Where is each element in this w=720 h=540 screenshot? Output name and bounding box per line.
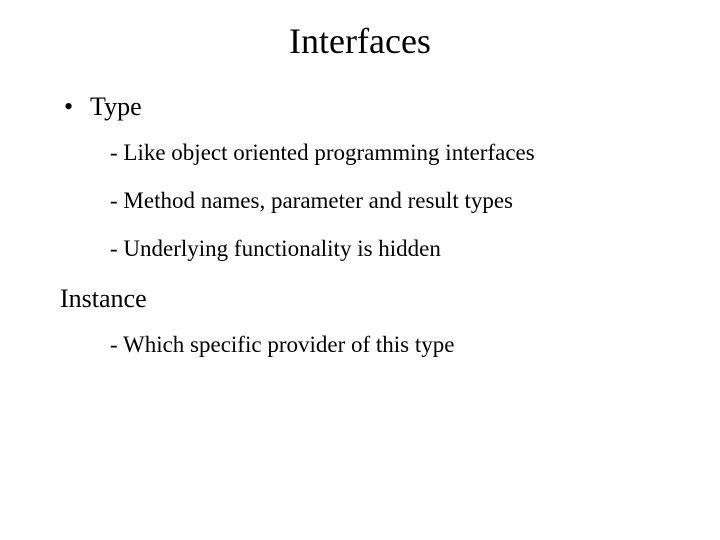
bullet-instance-label: Instance [60,284,680,314]
type-sub-list: - Like object oriented programming inter… [60,140,680,262]
bullet-type-label: Type [90,92,142,122]
slide-content: • Type - Like object oriented programmin… [0,92,720,358]
instance-sub-list: - Which specific provider of this type [60,332,680,358]
type-sub-1: - Like object oriented programming inter… [110,140,680,166]
bullet-marker: • [60,92,90,122]
instance-sub-1: - Which specific provider of this type [110,332,680,358]
type-sub-3: - Underlying functionality is hidden [110,236,680,262]
slide-title: Interfaces [0,20,720,62]
bullet-type: • Type [60,92,680,122]
slide: Interfaces • Type - Like object oriented… [0,20,720,540]
type-sub-2: - Method names, parameter and result typ… [110,188,680,214]
